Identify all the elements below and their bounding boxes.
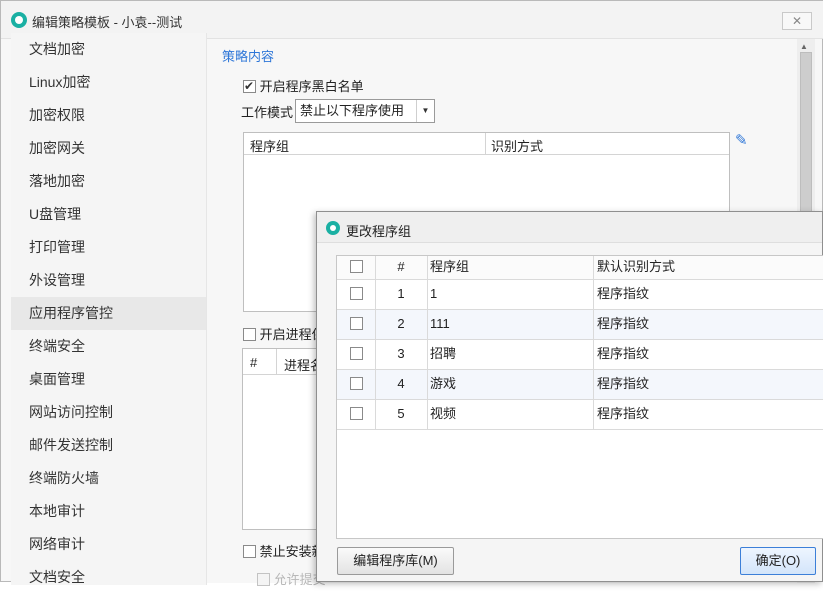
- row-checkbox[interactable]: [349, 287, 363, 300]
- row-group: 视频: [430, 406, 457, 421]
- process-num-header: #: [250, 355, 258, 370]
- mode-select[interactable]: 禁止以下程序使用 ▼: [295, 99, 435, 123]
- mode-select-value: 禁止以下程序使用: [300, 103, 405, 118]
- row-group: 招聘: [430, 346, 457, 361]
- row-group: 111: [430, 316, 450, 331]
- table-row[interactable]: 1 1 程序指纹: [337, 280, 823, 310]
- row-num: 1: [397, 286, 405, 301]
- whitelist-toggle[interactable]: 开启程序黑白名单: [243, 76, 364, 95]
- whitelist-label: 开启程序黑白名单: [259, 79, 364, 94]
- sidebar-item-local-audit[interactable]: 本地审计: [11, 495, 206, 528]
- app-logo-icon: [11, 12, 27, 28]
- sidebar-item-print-manage[interactable]: 打印管理: [11, 231, 206, 264]
- sidebar-item-mail-control[interactable]: 邮件发送控制: [11, 429, 206, 462]
- dialog-logo-icon: [326, 221, 340, 235]
- row-method: 程序指纹: [597, 316, 650, 331]
- table-row[interactable]: 2 111 程序指纹: [337, 310, 823, 340]
- group-header: 程序组: [430, 259, 470, 274]
- table-row[interactable]: 3 招聘 程序指纹: [337, 340, 823, 370]
- program-group-grid: # 程序组 默认识别方式 1 1 程序指纹 2 111 程序指纹 3 招聘 程序…: [336, 255, 823, 539]
- sidebar-item-encrypt-permission[interactable]: 加密权限: [11, 99, 206, 132]
- select-all-checkbox[interactable]: [349, 260, 363, 273]
- window-title: 编辑策略模板 - 小袁--测试: [32, 15, 183, 30]
- process-protect-toggle[interactable]: 开启进程保: [243, 324, 325, 343]
- process-protect-checkbox[interactable]: [243, 328, 256, 341]
- num-header: #: [397, 259, 405, 274]
- sidebar-item-desktop-manage[interactable]: 桌面管理: [11, 363, 206, 396]
- sidebar-item-network-audit[interactable]: 网络审计: [11, 528, 206, 561]
- row-num: 2: [397, 316, 405, 331]
- grid-header: # 程序组 默认识别方式: [337, 256, 823, 280]
- row-group: 游戏: [430, 376, 457, 391]
- forbid-install-checkbox[interactable]: [243, 545, 256, 558]
- identify-method-header: 识别方式: [491, 139, 544, 154]
- sidebar-item-peripheral-manage[interactable]: 外设管理: [11, 264, 206, 297]
- row-group: 1: [430, 286, 438, 301]
- mode-label: 工作模式: [241, 105, 294, 120]
- sidebar-item-app-control[interactable]: 应用程序管控: [11, 297, 206, 330]
- process-protect-label: 开启进程保: [259, 327, 325, 342]
- close-button[interactable]: ✕: [782, 12, 812, 30]
- row-num: 5: [397, 406, 405, 421]
- sidebar-item-doc-security[interactable]: 文档安全: [11, 561, 206, 594]
- change-program-group-dialog: 更改程序组 # 程序组 默认识别方式 1 1 程序指纹 2 111 程序指纹 3…: [316, 211, 823, 582]
- edit-pencil-icon[interactable]: ✎: [735, 131, 748, 149]
- dialog-title-bar: 更改程序组: [317, 212, 822, 243]
- sidebar-item-endpoint-security[interactable]: 终端安全: [11, 330, 206, 363]
- allow-submit-checkbox: [257, 573, 270, 586]
- sidebar-item-web-access[interactable]: 网站访问控制: [11, 396, 206, 429]
- ok-button[interactable]: 确定(O): [740, 547, 816, 575]
- forbid-install-toggle[interactable]: 禁止安装新: [243, 541, 325, 560]
- whitelist-checkbox[interactable]: [243, 79, 256, 93]
- sidebar-item-linux-encrypt[interactable]: Linux加密: [11, 66, 206, 99]
- row-checkbox[interactable]: [349, 317, 363, 330]
- row-num: 3: [397, 346, 405, 361]
- row-checkbox[interactable]: [349, 377, 363, 390]
- row-method: 程序指纹: [597, 376, 650, 391]
- table-row[interactable]: 5 视频 程序指纹: [337, 400, 823, 430]
- sidebar-item-firewall[interactable]: 终端防火墙: [11, 462, 206, 495]
- sidebar-item-doc-encrypt[interactable]: 文档加密: [11, 33, 206, 66]
- scroll-up-icon[interactable]: ▲: [800, 42, 808, 51]
- row-method: 程序指纹: [597, 406, 650, 421]
- row-method: 程序指纹: [597, 286, 650, 301]
- chevron-down-icon[interactable]: ▼: [416, 100, 434, 122]
- row-method: 程序指纹: [597, 346, 650, 361]
- program-group-header: 程序组: [250, 139, 290, 154]
- sidebar-item-landing-encrypt[interactable]: 落地加密: [11, 165, 206, 198]
- sidebar: 文档加密 Linux加密 加密权限 加密网关 落地加密 U盘管理 打印管理 外设…: [11, 33, 207, 585]
- row-num: 4: [397, 376, 405, 391]
- sidebar-item-usb-manage[interactable]: U盘管理: [11, 198, 206, 231]
- section-title: 策略内容: [222, 49, 275, 64]
- dialog-title: 更改程序组: [346, 224, 412, 239]
- sidebar-item-encrypt-gateway[interactable]: 加密网关: [11, 132, 206, 165]
- row-checkbox[interactable]: [349, 407, 363, 420]
- table-row[interactable]: 4 游戏 程序指纹: [337, 370, 823, 400]
- program-table-header: 程序组 识别方式: [244, 133, 729, 155]
- forbid-install-label: 禁止安装新: [259, 544, 325, 559]
- row-checkbox[interactable]: [349, 347, 363, 360]
- edit-program-library-button[interactable]: 编辑程序库(M): [337, 547, 454, 575]
- method-header: 默认识别方式: [597, 259, 676, 274]
